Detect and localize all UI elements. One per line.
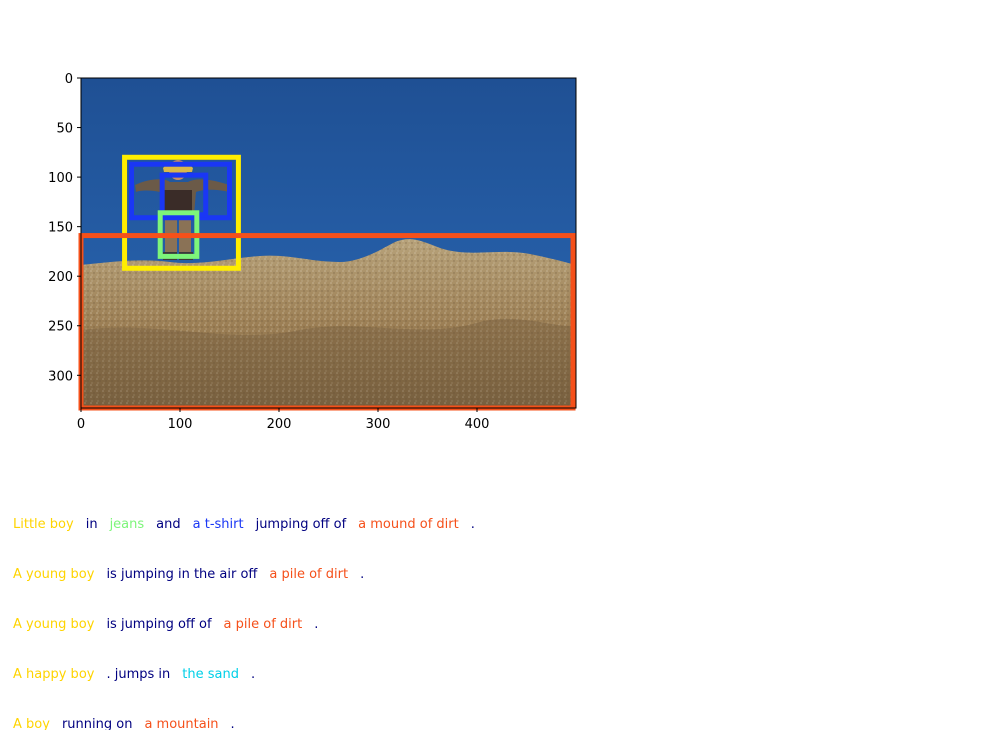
caption-line: A boy running on a mountain. [13,717,247,730]
caption-line: A young boy is jumping off of a pile of di… [13,617,330,633]
caption-line: Little boy in jeans and a t-shirt jumping off… [13,517,487,533]
x-tick-label: 0 [77,417,85,432]
y-tick-label: 0 [65,72,73,87]
caption-phrase: . jumps in [106,667,171,682]
dirt-shadow [81,318,576,408]
caption-phrase: . [250,667,256,682]
caption-phrase: . [230,717,235,730]
caption-phrase: and [156,517,181,532]
x-tick-label: 100 [168,417,193,432]
caption-line: A happy boy . jumps in the sand. [13,667,267,683]
x-tick-label: 200 [267,417,292,432]
y-tick-label: 100 [48,171,73,186]
caption-phrase: running on [61,717,133,730]
caption-phrase: . [360,567,365,582]
caption-phrase: A boy [13,717,50,730]
caption-phrase: A young boy [13,617,95,632]
caption-phrase: the sand [182,667,239,682]
caption-phrase: a pile of dirt [223,617,303,632]
caption-phrase: a pile of dirt [269,567,349,582]
photo [81,78,576,408]
caption-phrase: a mound of dirt [358,517,459,532]
y-tick-label: 200 [48,270,73,285]
caption-phrase: a t-shirt [192,517,244,532]
y-tick-label: 300 [48,369,73,384]
caption-phrase: . [314,617,319,632]
caption-phrase: jumping off of [255,517,347,532]
caption-phrase: . [470,517,475,532]
caption-phrase: jeans [109,517,145,532]
y-tick-label: 250 [48,320,73,335]
caption-phrase: is jumping off of [106,617,212,632]
caption-phrase: A happy boy [13,667,95,682]
caption-phrase: A young boy [13,567,95,582]
caption-line: A young boy is jumping in the air off a pi… [13,567,376,583]
page: 0 50 100 150 200 250 300 0 100 200 300 400 Little b… [0,0,1000,730]
caption-phrase: Little boy [13,517,74,532]
caption-phrase: in [85,517,98,532]
caption-phrase: a mountain [144,717,219,730]
x-tick-label: 400 [465,417,490,432]
image-figure: 0 50 100 150 200 250 300 0 100 200 300 400 [48,72,577,432]
x-tick-label: 300 [366,417,391,432]
y-tick-label: 50 [56,122,73,137]
caption-phrase: is jumping in the air off [106,567,258,582]
y-tick-label: 150 [48,221,73,236]
